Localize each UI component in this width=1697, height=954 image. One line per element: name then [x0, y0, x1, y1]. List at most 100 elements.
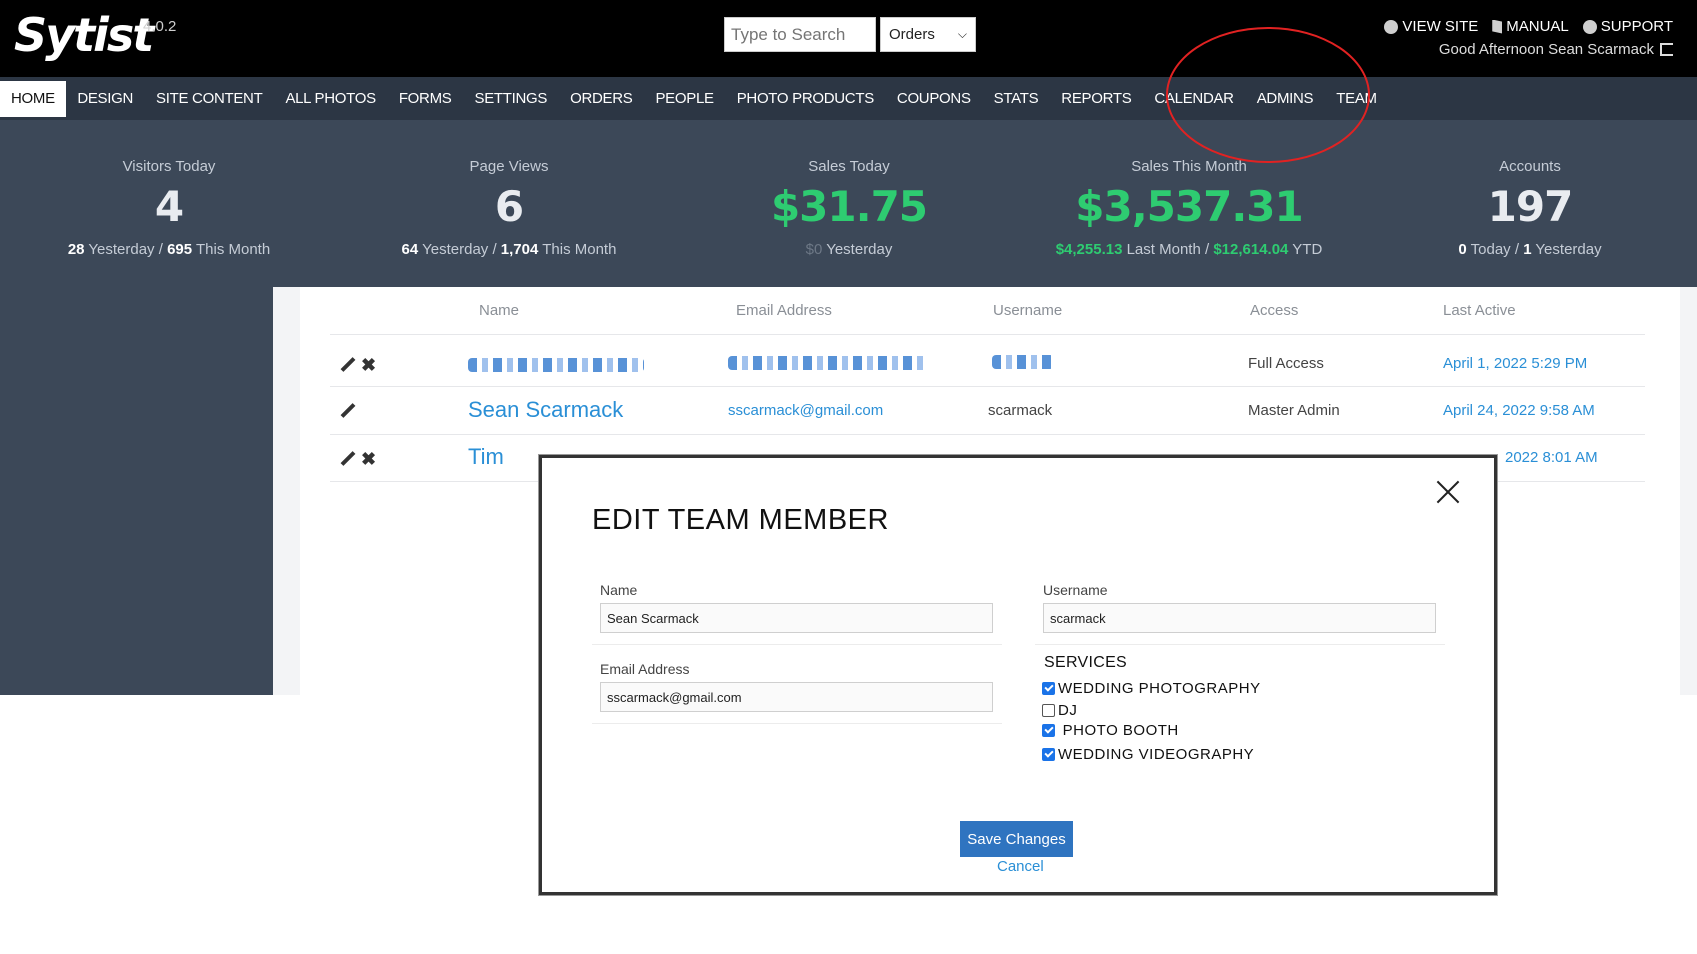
service-label: PHOTO BOOTH — [1058, 722, 1179, 739]
greeting-text: Good Afternoon Sean Scarmack — [1438, 41, 1654, 58]
checkbox[interactable] — [1042, 682, 1055, 695]
nav-coupons[interactable]: COUPONS — [885, 81, 982, 117]
edit-team-member-modal: EDIT TEAM MEMBER Name Username Email Add… — [539, 455, 1497, 895]
version-label: 4.0.2 — [143, 18, 177, 35]
email-field[interactable] — [600, 682, 993, 712]
col-header-email[interactable]: Email Address — [736, 302, 832, 319]
greeting: Good Afternoon Sean Scarmack — [1439, 41, 1673, 58]
top-bar: Sytist 4.0.2 Orders ⌵ VIEW SITE MANUAL S… — [0, 0, 1697, 77]
divider — [592, 644, 1002, 645]
close-icon[interactable] — [1436, 480, 1460, 504]
stat-sub: $0 Yesterday — [805, 241, 893, 258]
nav-reports[interactable]: REPORTS — [1050, 81, 1143, 117]
service-wedding-photography[interactable]: WEDDING PHOTOGRAPHY — [1042, 680, 1261, 697]
stat-value: 6 — [494, 182, 524, 231]
row-actions — [339, 403, 355, 419]
col-header-name[interactable]: Name — [479, 302, 519, 319]
manual-link[interactable]: MANUAL — [1492, 18, 1569, 35]
divider — [330, 334, 1645, 335]
checkbox[interactable] — [1042, 704, 1055, 717]
col-header-last-active[interactable]: Last Active — [1443, 302, 1516, 319]
nav-orders[interactable]: ORDERS — [559, 81, 644, 117]
nav-people[interactable]: PEOPLE — [644, 81, 725, 117]
name-field[interactable] — [600, 603, 993, 633]
service-label: WEDDING PHOTOGRAPHY — [1058, 680, 1261, 697]
nav-home[interactable]: HOME — [0, 80, 66, 117]
support-label: SUPPORT — [1600, 18, 1673, 35]
redacted-username — [992, 355, 1054, 369]
cell-last-active[interactable]: 2022 8:01 AM — [1505, 449, 1598, 466]
service-photo-booth[interactable]: PHOTO BOOTH — [1042, 722, 1179, 739]
nav-forms[interactable]: FORMS — [387, 81, 463, 117]
row-actions: ✖ — [339, 356, 376, 374]
main-nav: HOME DESIGN SITE CONTENT ALL PHOTOS FORM… — [0, 77, 1697, 120]
sidebar — [0, 287, 273, 695]
nav-all-photos[interactable]: ALL PHOTOS — [274, 81, 387, 117]
cancel-link[interactable]: Cancel — [997, 858, 1044, 875]
save-changes-button[interactable]: Save Changes — [960, 821, 1073, 857]
lifebuoy-icon — [1582, 19, 1597, 34]
stat-visitors: Visitors Today 4 28 Yesterday / 695 This… — [0, 120, 339, 258]
logout-icon[interactable] — [1660, 43, 1673, 56]
edit-icon[interactable] — [339, 357, 355, 373]
checkbox[interactable] — [1042, 748, 1055, 761]
modal-title: EDIT TEAM MEMBER — [592, 504, 889, 536]
stat-label: Accounts — [1499, 158, 1561, 175]
cell-last-active[interactable]: April 1, 2022 5:29 PM — [1443, 355, 1587, 372]
username-label: Username — [1043, 582, 1108, 598]
search-scope-select[interactable]: Orders ⌵ — [880, 17, 976, 52]
member-name-link[interactable]: Tim — [468, 444, 504, 470]
cell-access: Master Admin — [1248, 402, 1340, 419]
stat-accounts: Accounts 197 0 Today / 1 Yesterday — [1360, 120, 1697, 258]
divider — [1035, 644, 1445, 645]
nav-site-content[interactable]: SITE CONTENT — [145, 81, 274, 117]
edit-icon[interactable] — [339, 451, 355, 467]
stat-sub: 28 Yesterday / 695 This Month — [67, 241, 271, 258]
stat-label: Sales This Month — [1131, 158, 1247, 175]
stat-sub: $4,255.13 Last Month / $12,614.04 YTD — [1055, 241, 1323, 258]
member-name-link[interactable]: Sean Scarmack — [468, 397, 623, 423]
service-label: WEDDING VIDEOGRAPHY — [1058, 746, 1255, 763]
annotation-ellipse — [1166, 27, 1370, 163]
search-scope-value: Orders — [889, 26, 935, 43]
cell-username: scarmack — [988, 402, 1053, 419]
divider — [592, 723, 1002, 724]
service-dj[interactable]: DJ — [1042, 702, 1077, 719]
top-links: VIEW SITE MANUAL SUPPORT — [1384, 18, 1673, 35]
stat-page-views: Page Views 6 64 Yesterday / 1,704 This M… — [339, 120, 679, 258]
checkbox[interactable] — [1042, 724, 1055, 737]
email-label: Email Address — [600, 661, 690, 677]
stat-value: $3,537.31 — [1075, 182, 1303, 231]
support-link[interactable]: SUPPORT — [1582, 18, 1673, 35]
chevron-down-icon: ⌵ — [957, 27, 967, 41]
redacted-name — [468, 358, 644, 372]
stat-value: 4 — [154, 182, 184, 231]
nav-settings[interactable]: SETTINGS — [463, 81, 559, 117]
nav-photo-products[interactable]: PHOTO PRODUCTS — [725, 81, 885, 117]
stat-sub: 64 Yesterday / 1,704 This Month — [401, 241, 617, 258]
stat-value: $31.75 — [770, 182, 928, 231]
stat-label: Sales Today — [808, 158, 890, 175]
col-header-username[interactable]: Username — [993, 302, 1062, 319]
delete-icon[interactable]: ✖ — [361, 356, 376, 374]
stat-sub: 0 Today / 1 Yesterday — [1458, 241, 1602, 258]
nav-stats[interactable]: STATS — [982, 81, 1050, 117]
stat-label: Visitors Today — [122, 158, 216, 175]
nav-design[interactable]: DESIGN — [66, 81, 145, 117]
redacted-email — [728, 356, 928, 370]
logo[interactable]: Sytist — [14, 8, 154, 62]
name-label: Name — [600, 582, 638, 598]
stats-bar: Visitors Today 4 28 Yesterday / 695 This… — [0, 120, 1697, 287]
cell-last-active[interactable]: April 24, 2022 9:58 AM — [1443, 402, 1595, 419]
stat-value: 197 — [1487, 182, 1574, 231]
search-input[interactable] — [724, 17, 876, 52]
cell-email[interactable]: sscarmack@gmail.com — [728, 402, 883, 419]
view-site-label: VIEW SITE — [1402, 18, 1479, 35]
view-site-link[interactable]: VIEW SITE — [1384, 18, 1478, 35]
delete-icon[interactable]: ✖ — [361, 450, 376, 468]
username-field[interactable] — [1043, 603, 1436, 633]
edit-icon[interactable] — [339, 403, 355, 419]
col-header-access[interactable]: Access — [1250, 302, 1298, 319]
service-wedding-videography[interactable]: WEDDING VIDEOGRAPHY — [1042, 746, 1254, 763]
book-icon — [1492, 19, 1503, 34]
